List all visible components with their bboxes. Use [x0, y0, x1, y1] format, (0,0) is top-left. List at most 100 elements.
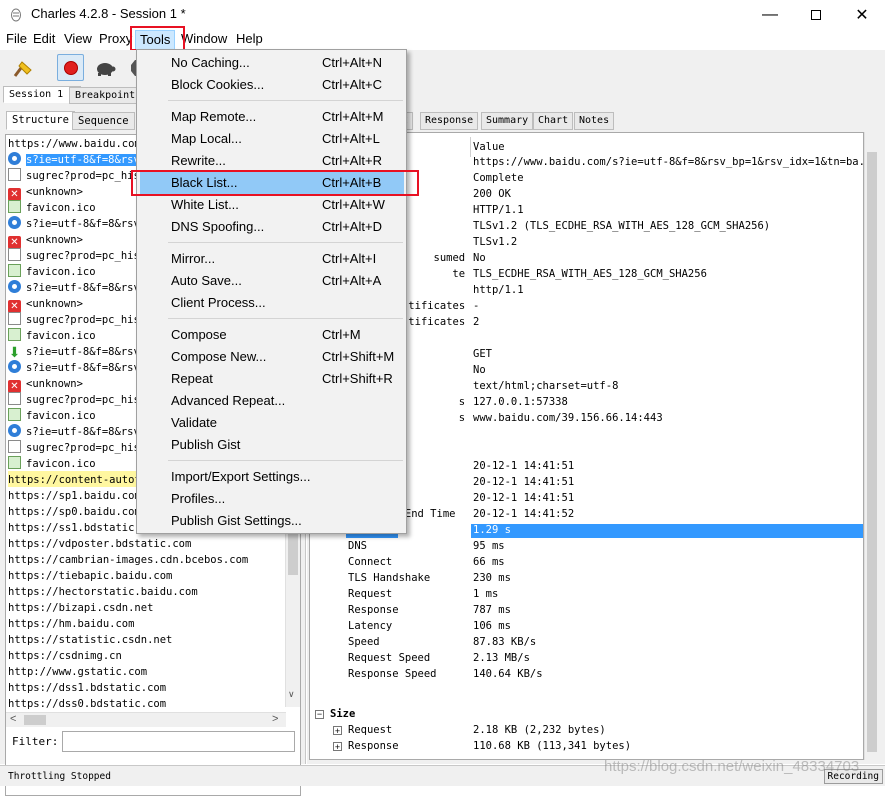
maximize-icon[interactable]: [793, 0, 839, 29]
request-row[interactable]: favicon.ico: [8, 327, 96, 343]
menu-proxy[interactable]: Proxy: [99, 31, 132, 46]
host-row[interactable]: https://www.baidu.com: [8, 135, 141, 151]
menu-item-no-caching[interactable]: No Caching... Ctrl+Alt+N: [140, 52, 404, 74]
host-row[interactable]: https://hm.baidu.com: [8, 615, 134, 631]
tree-row-label: sugrec?prod=pc_his: [26, 314, 140, 326]
request-row[interactable]: favicon.ico: [8, 407, 96, 423]
record-button[interactable]: [57, 54, 84, 81]
menu-item-map-remote[interactable]: Map Remote... Ctrl+Alt+M: [140, 106, 404, 128]
scroll-right-icon[interactable]: >: [272, 713, 278, 725]
menu-item-publish-gist[interactable]: Publish Gist: [140, 434, 404, 456]
menu-file[interactable]: File: [6, 31, 27, 46]
minimize-icon[interactable]: —: [747, 0, 793, 29]
menu-item-client-process[interactable]: Client Process...: [140, 292, 404, 314]
menu-item-shortcut: Ctrl+Shift+M: [322, 349, 395, 364]
menu-item-repeat[interactable]: Repeat Ctrl+Shift+R: [140, 368, 404, 390]
detail-row[interactable]: Request Speed 2.13 MB/s: [310, 651, 863, 667]
detail-row[interactable]: DNS 95 ms: [310, 539, 863, 555]
detail-row[interactable]: Response Speed 140.64 KB/s: [310, 667, 863, 683]
detail-row[interactable]: Connect 66 ms: [310, 555, 863, 571]
menu-item-profiles[interactable]: Profiles...: [140, 488, 404, 510]
request-row[interactable]: sugrec?prod=pc_his: [8, 439, 140, 455]
broom-icon[interactable]: [11, 56, 35, 80]
menu-view[interactable]: View: [64, 31, 92, 46]
detail-row[interactable]: TLS Handshake 230 ms: [310, 571, 863, 587]
host-row[interactable]: https://csdnimg.cn: [8, 647, 122, 663]
host-row[interactable]: https://sp0.baidu.com: [8, 503, 141, 519]
request-row[interactable]: ✕ <unknown>: [8, 295, 83, 313]
host-row[interactable]: https://cambrian-images.cdn.bcebos.com: [8, 551, 248, 567]
detail-vertical-scrollbar[interactable]: [864, 132, 879, 760]
sequence-tab[interactable]: Sequence: [72, 112, 135, 130]
menu-tools[interactable]: Tools: [135, 30, 176, 50]
request-row[interactable]: sugrec?prod=pc_his: [8, 167, 140, 183]
menu-item-compose-new[interactable]: Compose New... Ctrl+Shift+M: [140, 346, 404, 368]
detail-row[interactable]: Speed 87.83 KB/s: [310, 635, 863, 651]
request-row[interactable]: favicon.ico: [8, 263, 96, 279]
host-row[interactable]: https://ss1.bdstatic.: [8, 519, 141, 535]
tree-hscroll-thumb[interactable]: [24, 715, 46, 725]
tab-summary[interactable]: Summary: [481, 112, 534, 130]
request-row[interactable]: s?ie=utf-8&f=8&rsv: [8, 279, 140, 295]
request-row[interactable]: ✕ <unknown>: [8, 375, 83, 393]
host-row[interactable]: https://vdposter.bdstatic.com: [8, 535, 191, 551]
column-divider: [470, 137, 471, 157]
tab-chart[interactable]: Chart: [533, 112, 574, 130]
menu-item-black-list[interactable]: Black List... Ctrl+Alt+B: [140, 172, 404, 194]
filter-input[interactable]: [62, 731, 295, 752]
menu-item-mirror[interactable]: Mirror... Ctrl+Alt+I: [140, 248, 404, 270]
request-row[interactable]: s?ie=utf-8&f=8&rsv: [8, 151, 140, 167]
request-row[interactable]: sugrec?prod=pc_his: [8, 391, 140, 407]
host-row[interactable]: https://dss0.bdstatic.com: [8, 695, 166, 711]
collapse-icon[interactable]: −: [315, 710, 324, 719]
request-row[interactable]: sugrec?prod=pc_his: [8, 247, 140, 263]
detail-row[interactable]: Response 787 ms: [310, 603, 863, 619]
host-row[interactable]: https://tiebapic.baidu.com: [8, 567, 172, 583]
request-row[interactable]: favicon.ico: [8, 199, 96, 215]
request-row[interactable]: sugrec?prod=pc_his: [8, 311, 140, 327]
menu-item-validate[interactable]: Validate: [140, 412, 404, 434]
request-row[interactable]: favicon.ico: [8, 455, 96, 471]
menu-item-publish-gist-settings[interactable]: Publish Gist Settings...: [140, 510, 404, 532]
host-row[interactable]: https://dss1.bdstatic.com: [8, 679, 166, 695]
structure-tab[interactable]: Structure: [6, 111, 75, 130]
menu-item-rewrite[interactable]: Rewrite... Ctrl+Alt+R: [140, 150, 404, 172]
tab-notes[interactable]: Notes: [574, 112, 615, 130]
host-row[interactable]: http://www.gstatic.com: [8, 663, 147, 679]
menu-item-import-export-settings[interactable]: Import/Export Settings...: [140, 466, 404, 488]
detail-row[interactable]: Latency 106 ms: [310, 619, 863, 635]
host-row[interactable]: https://bizapi.csdn.net: [8, 599, 153, 615]
menu-item-map-local[interactable]: Map Local... Ctrl+Alt+L: [140, 128, 404, 150]
expand-icon[interactable]: +: [333, 726, 342, 736]
scroll-down-icon[interactable]: ∨: [288, 689, 295, 700]
host-row[interactable]: https://hectorstatic.baidu.com: [8, 583, 198, 599]
close-icon[interactable]: ✕: [839, 0, 885, 29]
menu-item-block-cookies[interactable]: Block Cookies... Ctrl+Alt+C: [140, 74, 404, 96]
scroll-left-icon[interactable]: <: [10, 713, 16, 725]
request-row[interactable]: s?ie=utf-8&f=8&rsv: [8, 423, 140, 439]
request-row[interactable]: ✕ <unknown>: [8, 183, 83, 201]
tab-response[interactable]: Response: [420, 112, 479, 130]
tree-horizontal-scrollbar[interactable]: < >: [6, 712, 286, 727]
detail-row[interactable]: Request 1 ms: [310, 587, 863, 603]
host-row[interactable]: https://statistic.csdn.net: [8, 631, 172, 647]
menu-help[interactable]: Help: [236, 31, 263, 46]
request-row[interactable]: s?ie=utf-8&f=8&rsv: [8, 215, 140, 231]
host-row[interactable]: https://sp1.baidu.com: [8, 487, 141, 503]
request-row[interactable]: s?ie=utf-8&f=8&rsv: [8, 359, 140, 375]
menu-item-dns-spoofing[interactable]: DNS Spoofing... Ctrl+Alt+D: [140, 216, 404, 238]
tree-row-label: https://tiebapic.baidu.com: [8, 570, 173, 582]
menu-edit[interactable]: Edit: [33, 31, 55, 46]
tree-row-label: https://cambrian-images.cdn.bcebos.com: [8, 554, 249, 566]
request-row[interactable]: ⬇ s?ie=utf-8&f=8&rsv: [8, 343, 140, 359]
menu-item-compose[interactable]: Compose Ctrl+M: [140, 324, 404, 346]
menu-item-advanced-repeat[interactable]: Advanced Repeat...: [140, 390, 404, 412]
host-row[interactable]: https://content-autof: [8, 471, 141, 487]
request-row[interactable]: ✕ <unknown>: [8, 231, 83, 249]
menu-item-auto-save[interactable]: Auto Save... Ctrl+Alt+A: [140, 270, 404, 292]
menu-window[interactable]: Window: [181, 31, 227, 46]
menu-item-white-list[interactable]: White List... Ctrl+Alt+W: [140, 194, 404, 216]
detail-scroll-thumb[interactable]: [867, 152, 877, 752]
turtle-icon[interactable]: [93, 56, 117, 80]
expand-icon[interactable]: +: [333, 742, 342, 752]
